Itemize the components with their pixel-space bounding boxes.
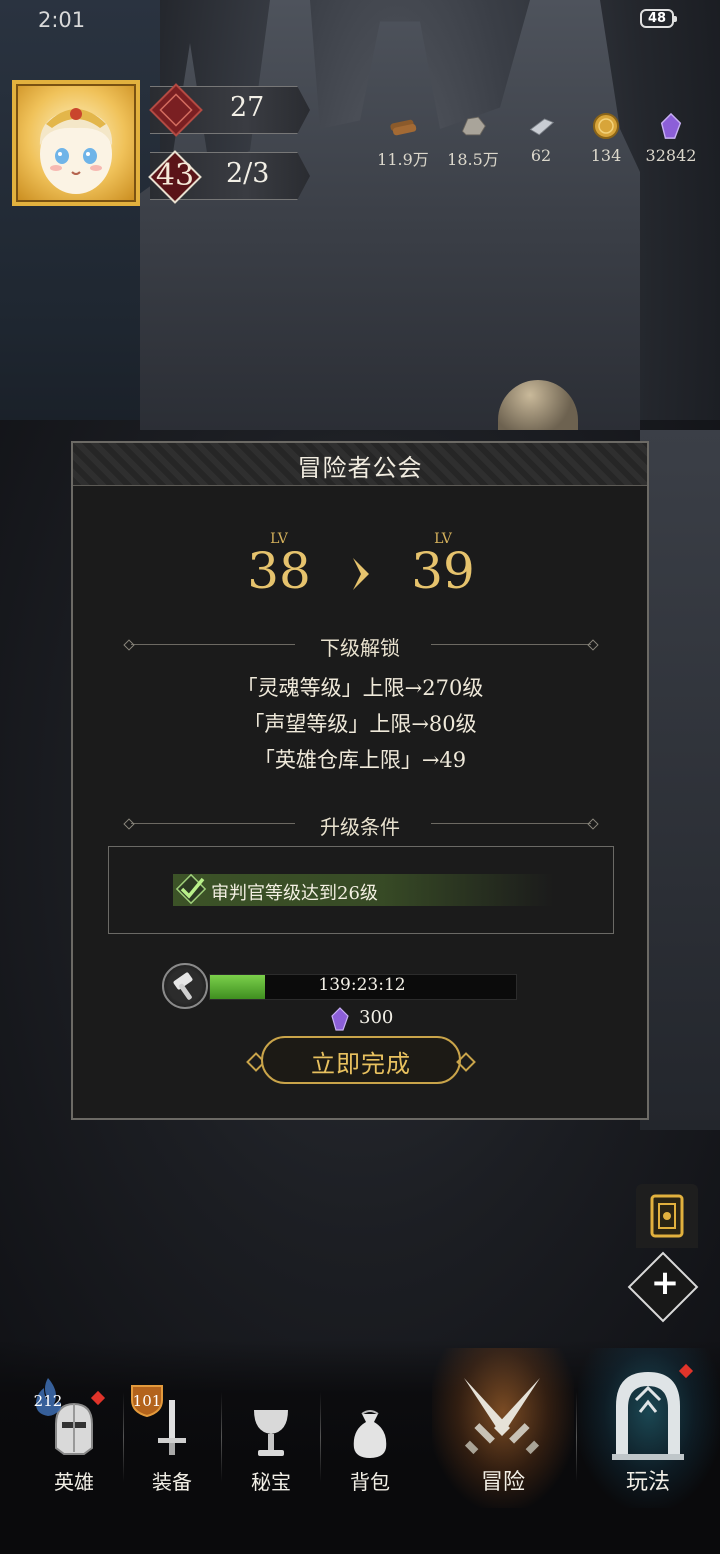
unlock-item: 「英雄仓库上限」→49 [253,748,467,772]
resource-wood-value: 11.9万 [377,150,429,169]
nav-bag-label[interactable]: 背包 [330,1466,410,1495]
resource-crystal-value: 32842 [645,146,697,165]
bag-icon [353,1410,387,1458]
level-arrow-icon [353,558,369,590]
nav-separator [576,1392,577,1482]
next-level-value: 39 [411,542,475,600]
nav-gameplay-label[interactable]: 玩法 [608,1464,688,1496]
resource-stone-value: 18.5万 [447,150,499,169]
instant-cost: 300 [359,1007,394,1028]
ornament-right-icon [456,1052,476,1072]
unlock-section-title: 下级解锁 [320,636,400,660]
stamina-value: 2/3 [226,158,270,189]
player-avatar[interactable] [12,80,140,206]
iron-icon [529,118,555,136]
battery-indicator: 48 [640,9,677,28]
resource-iron[interactable]: 62 [506,112,576,165]
hammer-icon [173,972,193,1000]
build-hammer [162,963,208,1009]
unlock-item: 「灵魂等级」上限→270级 [236,676,484,700]
hero-badge-count: 212 [33,1392,63,1410]
nav-separator [123,1392,124,1482]
nav-adventure-label[interactable]: 冒险 [463,1464,543,1496]
side-event-button[interactable] [636,1184,698,1248]
crossed-swords-icon [464,1378,540,1455]
upgrade-timer: 139:23:12 [318,975,406,995]
condition-section-title: 升级条件 [320,815,400,839]
resource-stone[interactable]: 18.5万 [438,112,508,170]
current-level-value: 38 [247,542,311,600]
chalice-icon [254,1410,288,1456]
equipment-badge-count: 101 [132,1392,162,1410]
plus-icon: + [650,1263,680,1303]
wood-icon [390,119,417,136]
current-level: LV 38 [243,531,315,600]
nav-separator [320,1392,321,1482]
gate-icon [612,1372,684,1460]
guild-upgrade-dialog: 冒险者公会 LV 38 LV 39 下级解锁 「灵魂等级」上限→270级 「声望… [71,441,649,1120]
nav-treasure-label[interactable]: 秘宝 [231,1466,311,1495]
nav-equipment-label[interactable]: 装备 [132,1466,212,1495]
purple-crystal-icon [331,1007,349,1031]
unlock-item: 「声望等级」上限→80级 [243,712,477,736]
background-tower [640,430,720,1130]
nav-separator [221,1392,222,1482]
gold-coin-icon [593,113,619,139]
stone-icon [461,116,486,136]
nav-hero-label[interactable]: 英雄 [34,1466,114,1495]
level-emblem-icon [149,83,203,137]
condition-box: 审判官等级达到26级 [108,846,614,934]
status-time: 2:01 [38,8,86,32]
finish-now-label[interactable]: 立即完成 [261,1044,461,1079]
resource-crystal[interactable]: 32842 [636,112,706,165]
resource-iron-value: 62 [530,146,552,165]
dialog-title: 冒险者公会 [297,454,423,482]
resource-gold-value: 134 [590,146,622,165]
stamina-emblem-value: 43 [155,158,195,193]
player-level: 27 [230,92,265,123]
condition-text: 审判官等级达到26级 [211,883,378,904]
resource-gold[interactable]: 134 [571,112,641,165]
resource-wood[interactable]: 11.9万 [368,112,438,170]
checkmark-icon [175,873,207,905]
background-castle [140,0,640,430]
next-level: LV 39 [407,531,479,600]
tarot-card-icon [650,1194,684,1238]
avatar-portrait-icon [39,108,113,194]
purple-crystal-icon [660,112,682,139]
